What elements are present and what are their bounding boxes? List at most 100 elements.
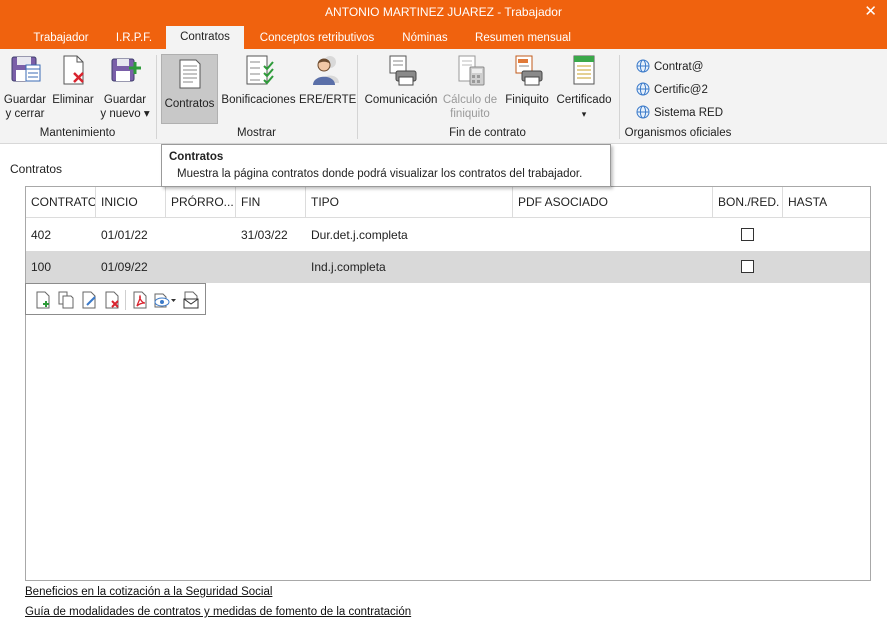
cell-tipo: Ind.j.completa: [311, 260, 386, 274]
cell-fin: [236, 251, 241, 283]
close-icon[interactable]: ✕: [864, 2, 877, 20]
cell-inicio: 01/09/22: [101, 260, 148, 274]
group-fin-contrato-label: Fin de contrato: [449, 127, 526, 139]
delete-document-icon: [63, 55, 84, 85]
column-header-inicio[interactable]: INICIO: [96, 187, 166, 218]
finiquito-label: Finiquito: [505, 94, 549, 106]
view-document-dropdown-icon[interactable]: [153, 291, 177, 309]
person-icon: [313, 56, 339, 85]
table-header: CONTRATO INICIO PRÓRRO... FIN TIPO PDF A…: [26, 187, 870, 218]
window-title: ANTONIO MARTINEZ JUAREZ - Trabajador: [325, 5, 562, 19]
certificado-dropdown-icon: ▾: [581, 109, 587, 119]
globe-icon: [636, 59, 650, 73]
group-organismos-label: Organismos oficiales: [624, 127, 732, 139]
group-mantenimiento-label: Mantenimiento: [39, 127, 116, 139]
calculo-finiquito-label-1: Cálculo de: [442, 94, 498, 106]
globe-icon: [636, 105, 650, 119]
table-row[interactable]: 100 01/09/22 Ind.j.completa: [26, 251, 870, 283]
column-header-contrato[interactable]: CONTRATO: [26, 187, 96, 218]
finiquito-button[interactable]: Finiquito: [500, 53, 554, 107]
cell-contrato: 100: [31, 260, 52, 274]
save-new-label-2: y nuevo ▾: [100, 108, 150, 120]
save-close-label-2: y cerrar: [5, 108, 45, 120]
save-close-button[interactable]: Guardar y cerrar: [2, 53, 48, 121]
certificate-icon: [573, 55, 595, 85]
save-new-icon: [111, 58, 141, 82]
tab-bar: Trabajador I.R.P.F. Contratos Conceptos …: [0, 24, 887, 49]
show-contracts-label: Contratos: [164, 98, 215, 110]
column-header-tipo[interactable]: TIPO: [306, 187, 513, 218]
sistema-red-label: Sistema RED: [654, 107, 724, 119]
tab-resumen-mensual[interactable]: Resumen mensual: [464, 28, 582, 49]
bonificacion-checkbox[interactable]: [741, 228, 754, 241]
contracts-table: CONTRATO INICIO PRÓRRO... FIN TIPO PDF A…: [25, 186, 871, 581]
toolbar-separator: [125, 290, 126, 310]
tooltip-title: Contratos: [169, 151, 224, 163]
cell-prorroga: [166, 219, 171, 251]
cell-prorroga: [166, 251, 171, 283]
cell-pdf: [513, 251, 518, 283]
cell-inicio: 01/01/22: [101, 228, 148, 242]
column-header-prorroga[interactable]: PRÓRRO...: [166, 187, 236, 218]
tab-conceptos-retributivos[interactable]: Conceptos retributivos: [249, 28, 385, 49]
cell-tipo: Dur.det.j.completa: [311, 228, 408, 242]
column-header-fin[interactable]: FIN: [236, 187, 306, 218]
row-actions-toolbar: [25, 283, 206, 315]
cell-pdf: [513, 219, 518, 251]
comunicacion-label: Comunicación: [364, 94, 438, 106]
cell-fin: 31/03/22: [241, 228, 288, 242]
ere-erte-button[interactable]: ERE/ERTE: [299, 53, 357, 107]
delete-button[interactable]: Eliminar: [50, 53, 96, 107]
tab-trabajador[interactable]: Trabajador: [20, 28, 102, 49]
column-header-pdf[interactable]: PDF ASOCIADO: [513, 187, 713, 218]
delete-label: Eliminar: [52, 94, 94, 106]
cell-contrato: 402: [31, 228, 52, 242]
link-beneficios-cotizacion[interactable]: Beneficios en la cotización a la Segurid…: [25, 586, 272, 598]
new-document-icon[interactable]: [34, 291, 52, 309]
calculo-finiquito-button[interactable]: Cálculo de finiquito: [441, 53, 499, 121]
tooltip-body: Muestra la página contratos donde podrá …: [177, 168, 583, 180]
table-row[interactable]: 402 01/01/22 31/03/22 Dur.det.j.completa: [26, 219, 870, 251]
save-new-label-1: Guardar: [103, 94, 147, 106]
link-guia-modalidades[interactable]: Guía de modalidades de contratos y medid…: [25, 606, 411, 618]
print-document-icon: [389, 55, 417, 86]
comunicacion-button[interactable]: Comunicación: [362, 53, 440, 107]
calculator-document-icon: [458, 55, 485, 86]
globe-icon: [636, 82, 650, 96]
delete-document-icon[interactable]: [103, 291, 121, 309]
certificado-label: Certificado: [556, 94, 612, 106]
checklist-icon: [246, 55, 274, 85]
contract-document-icon: [179, 59, 200, 89]
save-close-label-1: Guardar: [3, 94, 47, 106]
tab-contratos[interactable]: Contratos: [166, 26, 244, 49]
section-title: Contratos: [10, 162, 63, 176]
column-header-bonificacion[interactable]: BON./RED.: [713, 187, 783, 218]
column-header-hasta[interactable]: HASTA: [783, 187, 870, 218]
contrata-label: Contrat@: [654, 61, 704, 73]
group-mostrar-label: Mostrar: [237, 127, 276, 139]
print-finiquito-icon: [515, 55, 543, 86]
certifica2-link[interactable]: Certific@2: [636, 82, 708, 96]
ribbon: Guardar y cerrar Eliminar Guardar y nuev…: [0, 49, 887, 144]
sistema-red-link[interactable]: Sistema RED: [636, 105, 723, 119]
title-bar: ANTONIO MARTINEZ JUAREZ - Trabajador ✕: [0, 0, 887, 24]
edit-document-icon[interactable]: [80, 291, 98, 309]
bonificaciones-button[interactable]: Bonificaciones: [220, 53, 297, 107]
tooltip: Contratos Muestra la página contratos do…: [161, 144, 611, 187]
save-new-button[interactable]: Guardar y nuevo ▾: [99, 53, 151, 121]
copy-document-icon[interactable]: [57, 291, 75, 309]
show-contracts-button[interactable]: Contratos: [161, 54, 218, 124]
ere-erte-label: ERE/ERTE: [299, 94, 357, 106]
pdf-icon[interactable]: [131, 291, 149, 309]
certificado-button[interactable]: Certificado ▾: [555, 53, 613, 121]
bonificaciones-label: Bonificaciones: [221, 94, 296, 106]
bonificacion-checkbox[interactable]: [741, 260, 754, 273]
contrata-link[interactable]: Contrat@: [636, 59, 703, 73]
cell-hasta: [783, 219, 788, 251]
tab-irpf[interactable]: I.R.P.F.: [106, 28, 162, 49]
mail-document-icon[interactable]: [182, 291, 200, 309]
cell-hasta: [783, 251, 788, 283]
tab-nominas[interactable]: Nóminas: [392, 28, 458, 49]
calculo-finiquito-label-2: finiquito: [450, 108, 490, 120]
certifica2-label: Certific@2: [654, 84, 708, 96]
